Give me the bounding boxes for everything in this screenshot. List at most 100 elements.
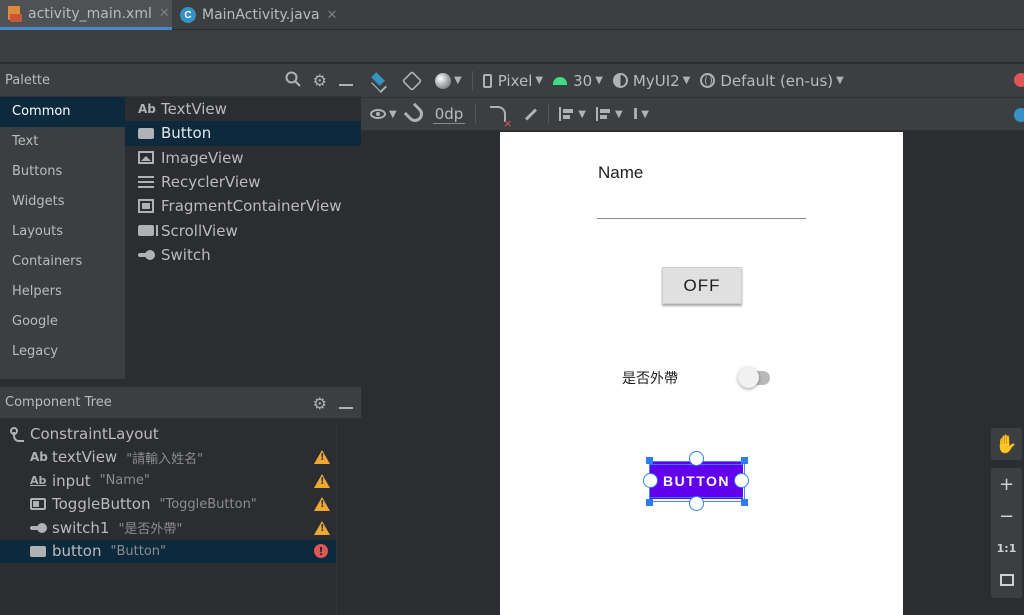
warning-icon[interactable] — [314, 473, 330, 488]
palette-header: Palette ⚙ — [0, 64, 361, 97]
search-icon[interactable] — [285, 71, 301, 91]
editor-subbar — [0, 30, 1024, 63]
close-icon[interactable]: ✕ — [327, 8, 338, 23]
view-options-button[interactable]: ▼ — [370, 109, 397, 120]
default-margin-value: 0dp — [432, 104, 466, 124]
warning-icon[interactable] — [314, 497, 330, 512]
widget-textview[interactable]: Ab TextView — [125, 97, 361, 121]
locale-selector[interactable]: Default (en-us) ▼ — [700, 72, 844, 90]
eye-icon — [370, 109, 386, 119]
tree-node-label: button — [52, 542, 102, 561]
theme-selector[interactable]: MyUI2 ▼ — [612, 72, 690, 90]
category-common[interactable]: Common — [0, 97, 125, 127]
layout-toolbar: ▼ 0dp ▼ ▼ I▼ — [361, 98, 1024, 131]
category-helpers[interactable]: Helpers — [0, 277, 125, 307]
minimize-icon[interactable] — [339, 71, 353, 90]
zoom-in-button[interactable]: + — [991, 468, 1022, 500]
design-canvas[interactable]: Name OFF 是否外帶 BUTTON — [361, 131, 1024, 615]
guidelines-button[interactable]: I ▼ — [633, 105, 649, 123]
pack-button[interactable]: ▼ — [559, 107, 586, 121]
widget-scrollview[interactable]: ScrollView — [125, 218, 361, 242]
tree-node-togglebutton[interactable]: ToggleButton "ToggleButton" — [0, 493, 336, 517]
category-containers[interactable]: Containers — [0, 247, 125, 277]
toggle-button-off[interactable]: OFF — [662, 267, 742, 304]
autoconnect-toggle[interactable] — [403, 102, 427, 126]
warning-icon[interactable] — [314, 450, 330, 465]
magnet-icon — [403, 102, 427, 126]
textview-icon: Ab — [138, 102, 156, 117]
editor-tab-bar: activity_main.xml ✕ C MainActivity.java … — [0, 0, 1024, 30]
error-indicator-icon[interactable] — [1014, 73, 1024, 87]
widget-button[interactable]: Button — [125, 121, 361, 146]
resize-handle-bottom-left[interactable] — [646, 499, 653, 506]
category-legacy[interactable]: Legacy — [0, 337, 125, 367]
api-level-selector[interactable]: 30 ▼ — [553, 72, 603, 90]
name-input-field[interactable] — [597, 200, 806, 219]
textview-name-label[interactable]: Name — [598, 163, 643, 183]
constraint-anchor-bottom[interactable] — [689, 496, 704, 511]
actual-size-button[interactable]: 1:1 — [991, 532, 1022, 564]
warning-icon[interactable] — [314, 520, 330, 535]
category-buttons[interactable]: Buttons — [0, 157, 125, 187]
zoom-out-button[interactable]: − — [991, 500, 1022, 532]
constraint-anchor-top[interactable] — [689, 451, 704, 466]
error-icon[interactable]: ! — [314, 544, 328, 559]
switch-thumb[interactable] — [738, 367, 759, 388]
gear-icon[interactable]: ⚙ — [313, 394, 327, 413]
default-margin-selector[interactable]: 0dp — [432, 104, 466, 124]
api-level-label: 30 — [573, 71, 593, 90]
tree-node-switch1[interactable]: switch1 "是否外帶" — [0, 516, 336, 540]
widget-imageview[interactable]: ImageView — [125, 146, 361, 170]
resize-handle-top-right[interactable] — [741, 457, 748, 464]
tab-activity-main-xml[interactable]: activity_main.xml ✕ — [0, 0, 172, 30]
infer-constraints-button[interactable] — [524, 107, 538, 121]
minimize-icon[interactable] — [339, 394, 353, 413]
resize-handle-bottom-right[interactable] — [741, 499, 748, 506]
tree-node-hint: "ToggleButton" — [159, 496, 257, 512]
info-indicator-icon[interactable] — [1014, 108, 1024, 122]
orientation-toggle[interactable] — [401, 70, 423, 91]
tree-node-input[interactable]: Ab input "Name" — [0, 469, 336, 493]
zoom-to-fit-button[interactable] — [991, 564, 1022, 596]
tab-main-activity-java[interactable]: C MainActivity.java ✕ — [172, 0, 337, 30]
category-widgets[interactable]: Widgets — [0, 187, 125, 217]
theme-icon — [612, 73, 628, 88]
resize-handle-top-left[interactable] — [646, 457, 653, 464]
switch-label[interactable]: 是否外帶 — [622, 368, 678, 388]
pack-icon — [559, 107, 576, 121]
align-button[interactable]: ▼ — [596, 107, 623, 121]
zoom-tool-group: + − 1:1 — [991, 468, 1022, 598]
tree-node-constraintlayout[interactable]: ConstraintLayout — [0, 422, 336, 446]
widget-fragmentcontainerview[interactable]: FragmentContainerView — [125, 194, 361, 218]
toolbar-divider — [475, 104, 477, 124]
constraint-anchor-left[interactable] — [643, 473, 658, 488]
device-selector[interactable]: Pixel ▼ — [482, 72, 543, 90]
layers-icon — [369, 72, 389, 90]
android-icon — [553, 76, 568, 85]
category-google[interactable]: Google — [0, 307, 125, 337]
tree-node-textview[interactable]: Ab textView "請輸入姓名" — [0, 446, 336, 470]
java-class-icon: C — [180, 7, 196, 23]
pan-button[interactable]: ✋ — [991, 428, 1022, 460]
design-surface-toggle[interactable] — [369, 72, 389, 90]
selected-button[interactable]: BUTTON — [650, 462, 743, 499]
align-icon — [596, 107, 612, 121]
constraint-anchor-right[interactable] — [734, 473, 749, 488]
category-text[interactable]: Text — [0, 127, 125, 157]
night-mode-toggle[interactable]: ▼ — [435, 72, 462, 89]
widget-label: TextView — [161, 100, 227, 119]
close-icon[interactable]: ✕ — [159, 6, 170, 21]
gear-icon[interactable]: ⚙ — [313, 71, 327, 90]
widget-switch[interactable]: Switch — [125, 243, 361, 267]
device-preview[interactable]: Name OFF 是否外帶 BUTTON — [500, 132, 903, 615]
tree-scrollbar-gutter — [336, 420, 361, 615]
tree-node-label: ToggleButton — [52, 495, 151, 514]
clear-constraints-button[interactable] — [490, 106, 512, 130]
xml-layout-icon — [8, 5, 22, 22]
category-layouts[interactable]: Layouts — [0, 217, 125, 247]
tree-node-button[interactable]: button "Button" ! — [0, 539, 336, 563]
chevron-down-icon: ▼ — [454, 75, 462, 86]
design-toolbar: ▼ Pixel ▼ 30 ▼ MyUI2 ▼ Default (en-us) ▼ — [361, 64, 1024, 98]
widget-recyclerview[interactable]: RecyclerView — [125, 170, 361, 194]
chevron-down-icon: ▼ — [615, 108, 623, 120]
